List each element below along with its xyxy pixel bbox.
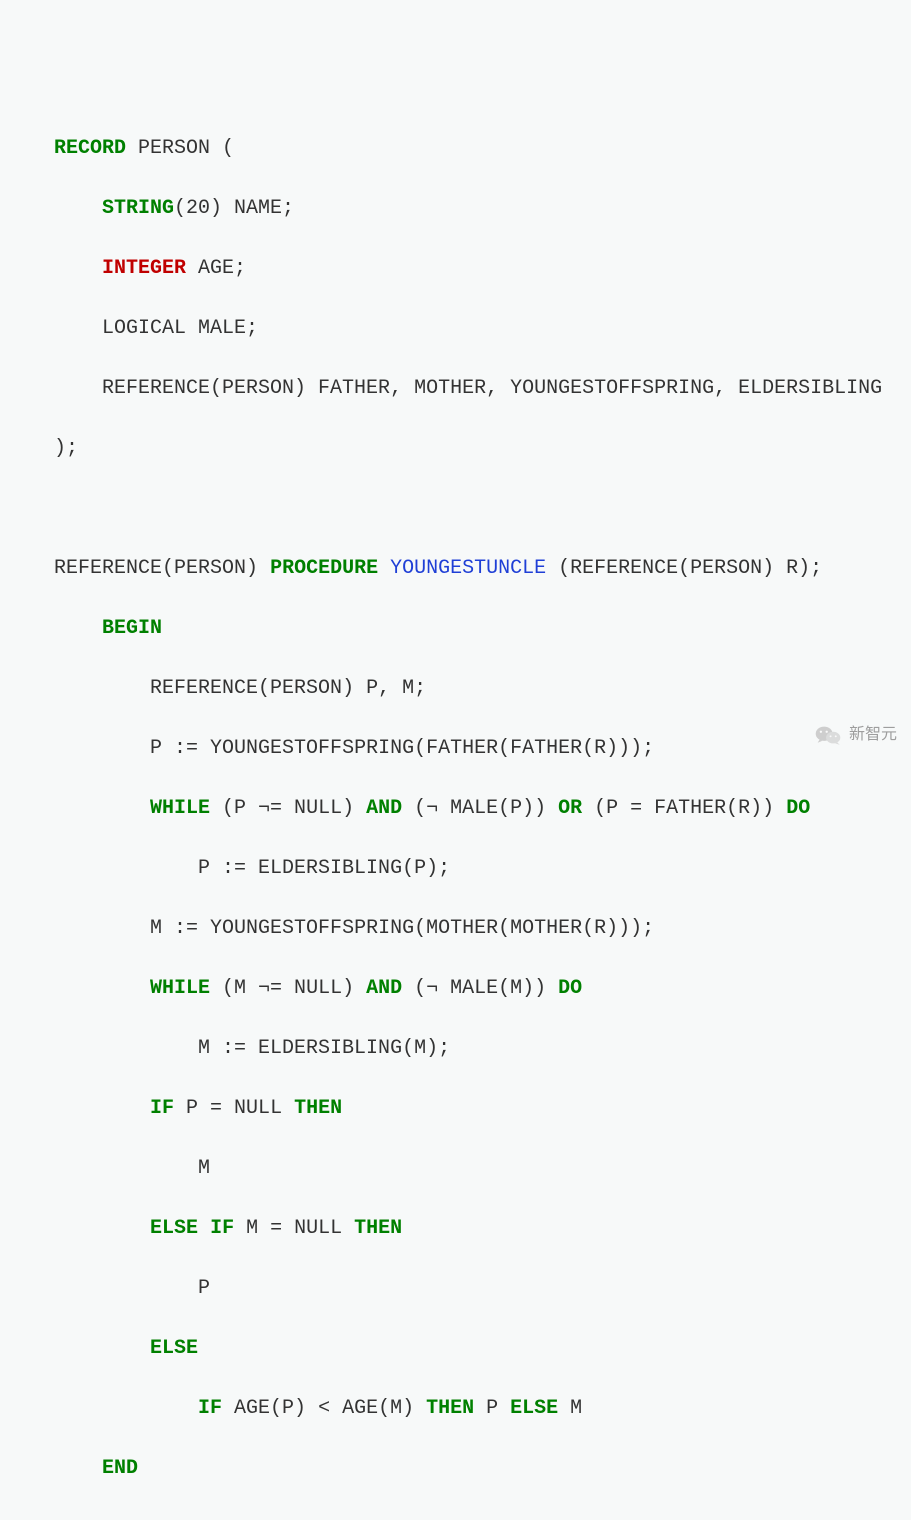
keyword-while: WHILE (150, 977, 210, 1000)
code-line-15: WHILE (M ¬= NULL) AND (¬ MALE(M)) DO (18, 974, 893, 1004)
code-line-20: P (18, 1274, 893, 1304)
keyword-if: IF (210, 1217, 234, 1240)
keyword-else: ELSE (150, 1337, 198, 1360)
keyword-procedure: PROCEDURE (270, 557, 378, 580)
code-line-2: STRING(20) NAME; (18, 194, 893, 224)
keyword-while: WHILE (150, 797, 210, 820)
code-line-23: END (18, 1454, 893, 1484)
code-line-1: RECORD PERSON ( (18, 134, 893, 164)
code-line-8: REFERENCE(PERSON) PROCEDURE YOUNGESTUNCL… (18, 554, 893, 584)
keyword-and: AND (366, 977, 402, 1000)
code-line-14: M := YOUNGESTOFFSPRING(MOTHER(MOTHER(R))… (18, 914, 893, 944)
code-line-10: REFERENCE(PERSON) P, M; (18, 674, 893, 704)
code-line-13: P := ELDERSIBLING(P); (18, 854, 893, 884)
code-line-7 (18, 494, 893, 524)
keyword-and: AND (366, 797, 402, 820)
code-line-5: REFERENCE(PERSON) FATHER, MOTHER, YOUNGE… (18, 374, 893, 404)
code-line-19: ELSE IF M = NULL THEN (18, 1214, 893, 1244)
code-line-21: ELSE (18, 1334, 893, 1364)
keyword-record: RECORD (54, 137, 126, 160)
keyword-or: OR (558, 797, 582, 820)
keyword-integer: INTEGER (102, 257, 186, 280)
keyword-else: ELSE (150, 1217, 198, 1240)
keyword-then: THEN (426, 1397, 474, 1420)
code-line-6: ); (18, 434, 893, 464)
attribution-label: 新智元 (849, 720, 897, 750)
code-line-17: IF P = NULL THEN (18, 1094, 893, 1124)
code-line-18: M (18, 1154, 893, 1184)
code-line-22: IF AGE(P) < AGE(M) THEN P ELSE M (18, 1394, 893, 1424)
code-line-9: BEGIN (18, 614, 893, 644)
keyword-end: END (102, 1457, 138, 1480)
keyword-if: IF (198, 1397, 222, 1420)
code-line-4: LOGICAL MALE; (18, 314, 893, 344)
keyword-if: IF (150, 1097, 174, 1120)
function-name: YOUNGESTUNCLE (390, 557, 546, 580)
keyword-then: THEN (294, 1097, 342, 1120)
code-line-12: WHILE (P ¬= NULL) AND (¬ MALE(P)) OR (P … (18, 794, 893, 824)
keyword-else: ELSE (510, 1397, 558, 1420)
keyword-string: STRING (102, 197, 174, 220)
code-line-3: INTEGER AGE; (18, 254, 893, 284)
keyword-do: DO (558, 977, 582, 1000)
keyword-begin: BEGIN (102, 617, 162, 640)
keyword-do: DO (786, 797, 810, 820)
attribution: 新智元 (815, 720, 897, 750)
keyword-then: THEN (354, 1217, 402, 1240)
code-line-16: M := ELDERSIBLING(M); (18, 1034, 893, 1064)
wechat-icon (815, 724, 841, 746)
